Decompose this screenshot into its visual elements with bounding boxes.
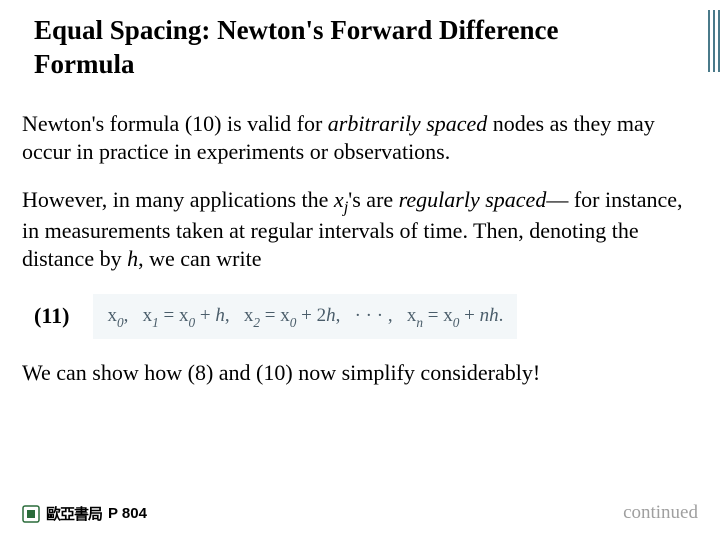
equation-row: (11) x0, x1 = x0 + h, x2 = x0 + 2h, · · …	[34, 294, 694, 340]
equation-11: x0, x1 = x0 + h, x2 = x0 + 2h, · · · , x…	[93, 294, 517, 340]
p2-text-b: 's are	[348, 187, 398, 212]
title-line-2: Formula	[34, 49, 135, 79]
page-number: P 804	[108, 505, 147, 522]
p2-text-d: , we can write	[138, 246, 261, 271]
equation-label: (11)	[34, 302, 69, 330]
slide-title: Equal Spacing: Newton's Forward Differen…	[0, 0, 720, 88]
paragraph-3: We can show how (8) and (10) now simplif…	[22, 359, 694, 387]
p1-text-a: Newton's formula (10) is valid for	[22, 111, 328, 136]
slide-footer: 歐亞書局 P 804 continued	[0, 502, 720, 524]
header-accent-lines	[708, 10, 720, 72]
slide-body: Newton's formula (10) is valid for arbit…	[0, 88, 720, 388]
p2-var-h: h	[127, 246, 138, 271]
p2-text-a: However, in many applications the	[22, 187, 334, 212]
publisher-name: 歐亞書局	[46, 503, 102, 524]
paragraph-2: However, in many applications the xj's a…	[22, 186, 694, 274]
p2-em: regularly spaced	[399, 187, 547, 212]
p2-var-x: x	[334, 187, 344, 212]
footer-left: 歐亞書局 P 804	[22, 503, 147, 524]
paragraph-1: Newton's formula (10) is valid for arbit…	[22, 110, 694, 166]
publisher-logo-icon	[22, 505, 40, 523]
title-line-1: Equal Spacing: Newton's Forward Differen…	[34, 15, 558, 45]
continued-label: continued	[623, 502, 698, 524]
p1-em: arbitrarily spaced	[328, 111, 488, 136]
